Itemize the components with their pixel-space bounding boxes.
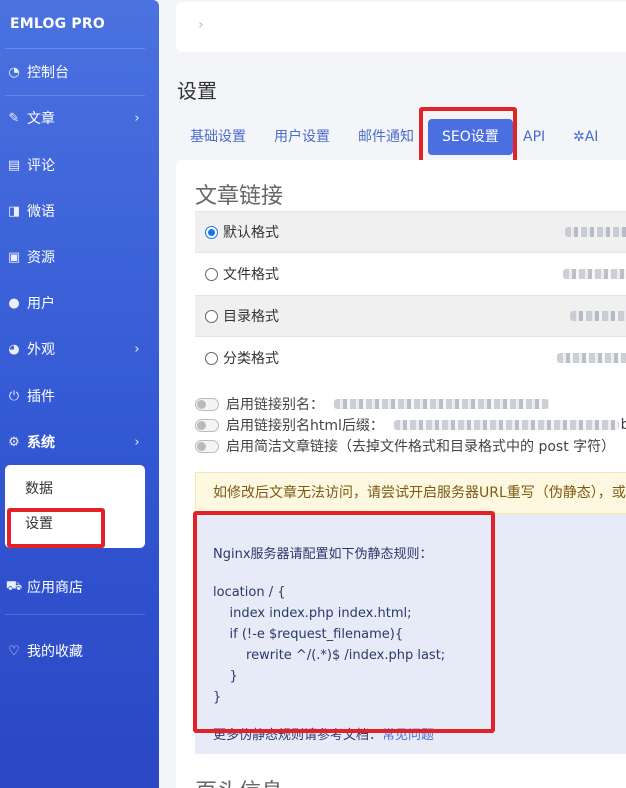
- sidebar-item-label: 评论: [27, 158, 55, 174]
- sidebar-item-favorites[interactable]: ♡ 我的收藏: [0, 636, 159, 666]
- code-line: }: [213, 669, 238, 684]
- sidebar-item-comments[interactable]: ▤ 评论: [0, 150, 159, 180]
- sidebar-item-label: 控制台: [27, 65, 69, 81]
- blurred-url: [557, 353, 626, 363]
- submenu-item-data[interactable]: 数据: [5, 475, 145, 503]
- radio-button[interactable]: [205, 225, 218, 239]
- divider: [5, 48, 145, 49]
- permalink-option-directory[interactable]: 目录格式: [195, 295, 626, 337]
- faq-link[interactable]: 常见问题: [382, 728, 434, 743]
- page-title: 设置: [177, 79, 217, 103]
- sidebar-item-label: 插件: [27, 389, 55, 405]
- dashboard-icon: ◔: [8, 64, 20, 80]
- settings-tabs: 基础设置 用户设置 邮件通知 SEO设置 API ✲AI: [176, 117, 626, 157]
- sidebar-item-label: 文章: [27, 111, 55, 127]
- more-docs-line: 更多伪静态规则请参考文档：常见问题: [213, 728, 435, 743]
- palette-icon: ◕: [8, 341, 20, 357]
- toggle-simple-link[interactable]: 启用简洁文章链接（去掉文件格式和目录格式中的 post 字符）: [195, 436, 626, 456]
- sidebar-item-appearance[interactable]: ◕ 外观 ›: [0, 334, 159, 364]
- radio-button[interactable]: [205, 351, 218, 365]
- tab-user[interactable]: 用户设置: [274, 117, 330, 157]
- system-submenu: 数据 设置: [5, 465, 145, 548]
- chevron-right-icon: ›: [134, 434, 140, 450]
- cart-icon: ⛟: [5, 578, 23, 594]
- chevron-right-icon: ›: [134, 341, 140, 357]
- toggle-link-alias[interactable]: 启用链接别名：: [195, 394, 626, 414]
- nginx-rules-box: Nginx服务器请配置如下伪静态规则： location / { index i…: [195, 514, 626, 754]
- toggle-switch[interactable]: [195, 418, 219, 432]
- code-line: if (!-e $request_filename){: [213, 627, 404, 642]
- blurred-url: [393, 420, 619, 430]
- toggle-link-alias-html[interactable]: 启用链接别名html后缀： bt: [195, 415, 626, 435]
- tab-basic[interactable]: 基础设置: [190, 117, 246, 157]
- code-line: location / {: [213, 585, 286, 600]
- sidebar-item-system[interactable]: ⚙ 系统 ›: [0, 427, 159, 457]
- blurred-url: [334, 399, 549, 409]
- tab-mail[interactable]: 邮件通知: [358, 117, 414, 157]
- permalink-option-category[interactable]: 分类格式: [195, 337, 626, 379]
- sidebar-item-plugins[interactable]: ⏻ 插件: [0, 381, 159, 411]
- section-title-page-header: 页头信息: [195, 774, 283, 788]
- section-title-article-link: 文章链接: [195, 184, 284, 209]
- toggle-switch[interactable]: [195, 439, 219, 453]
- tab-seo[interactable]: SEO设置: [428, 119, 513, 155]
- image-icon: ▣: [7, 249, 21, 265]
- book-icon: ◨: [7, 203, 21, 219]
- divider: [5, 95, 145, 96]
- breadcrumb-bar: ›: [176, 2, 626, 52]
- sidebar-item-dashboard[interactable]: ◔ 控制台: [0, 57, 159, 87]
- heart-icon: ♡: [8, 643, 20, 659]
- chevron-right-icon: ›: [134, 110, 140, 126]
- tab-api[interactable]: API: [523, 117, 545, 157]
- tab-ai[interactable]: ✲AI: [573, 117, 598, 157]
- radio-button[interactable]: [205, 267, 218, 281]
- sidebar-item-label: 系统: [27, 435, 55, 451]
- sidebar-item-label: 应用商店: [27, 580, 83, 596]
- blurred-url: [563, 269, 626, 279]
- code-line: index index.php index.html;: [213, 606, 412, 621]
- sidebar-item-label: 外观: [27, 342, 55, 358]
- sidebar-item-twitter[interactable]: ◨ 微语: [0, 196, 159, 226]
- blurred-url: [565, 227, 626, 237]
- user-icon: ●: [8, 295, 20, 311]
- divider: [5, 614, 145, 615]
- comment-icon: ▤: [7, 157, 21, 173]
- toggle-switch[interactable]: [195, 397, 219, 411]
- sidebar-item-articles[interactable]: ✎ 文章 ›: [0, 103, 159, 133]
- sidebar-item-label: 微语: [27, 204, 55, 220]
- code-line: }: [213, 690, 222, 705]
- breadcrumb-chevron-icon[interactable]: ›: [198, 17, 204, 33]
- sidebar-item-store[interactable]: ⛟ 应用商店: [0, 572, 159, 602]
- permalink-option-default[interactable]: 默认格式: [195, 211, 626, 253]
- sidebar-item-users[interactable]: ● 用户: [0, 288, 159, 318]
- radio-button[interactable]: [205, 309, 218, 323]
- sidebar-item-label: 资源: [27, 250, 55, 266]
- ai-sparkle-icon: ✲: [573, 129, 585, 145]
- sidebar-item-media[interactable]: ▣ 资源: [0, 242, 159, 272]
- pencil-icon: ✎: [8, 110, 20, 126]
- blurred-url: [570, 311, 626, 321]
- gear-icon: ⚙: [8, 434, 20, 450]
- plug-icon: ⏻: [8, 388, 20, 404]
- permalink-option-file[interactable]: 文件格式: [195, 253, 626, 295]
- rewrite-alert: 如修改后文章无法访问，请尝试开启服务器URL重写（伪静态），或: [195, 472, 626, 514]
- code-line: rewrite ^/(.*)$ /index.php last;: [213, 648, 446, 663]
- sidebar-item-label: 我的收藏: [27, 644, 83, 660]
- brand-logo[interactable]: EMLOG PRO: [0, 0, 159, 48]
- submenu-item-settings[interactable]: 设置: [5, 510, 145, 538]
- nginx-heading: Nginx服务器请配置如下伪静态规则：: [213, 547, 433, 562]
- sidebar-item-label: 用户: [27, 296, 55, 312]
